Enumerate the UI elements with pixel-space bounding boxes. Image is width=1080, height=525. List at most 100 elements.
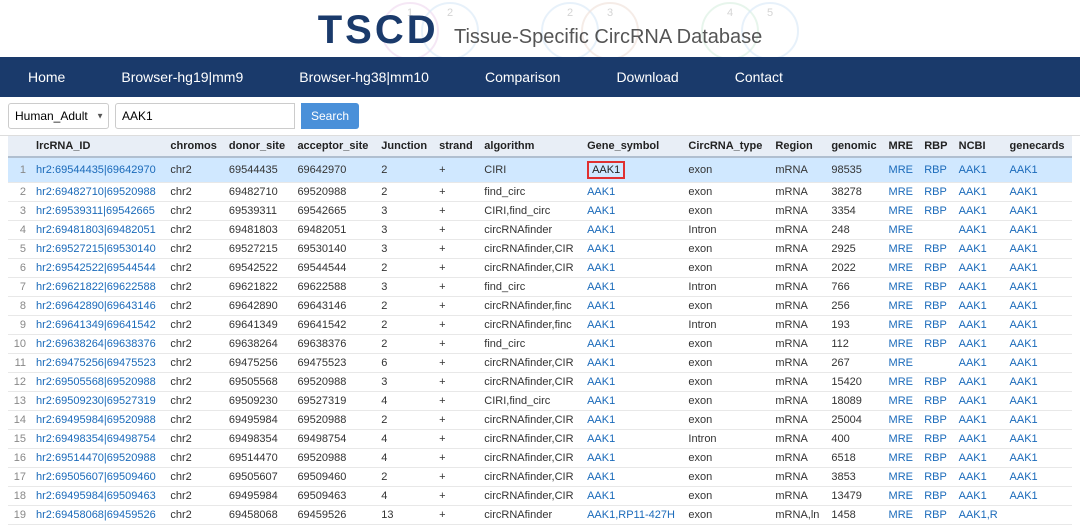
- gene-symbol-link[interactable]: AAK1: [587, 376, 615, 388]
- genecards-link[interactable]: AAK1: [1010, 281, 1038, 293]
- lrcrna-id-link[interactable]: hr2:69514470|69520988: [36, 452, 156, 464]
- mre-link[interactable]: MRE: [889, 376, 913, 388]
- rbp-link[interactable]: RBP: [924, 490, 947, 502]
- gene-symbol-link[interactable]: AAK1: [587, 490, 615, 502]
- organism-dropdown-wrapper[interactable]: Human_Adult Human_Fetal Mouse_Adult Mous…: [8, 103, 109, 129]
- genecards-link[interactable]: AAK1: [1010, 262, 1038, 274]
- rbp-link[interactable]: RBP: [924, 186, 947, 198]
- mre-link[interactable]: MRE: [889, 224, 913, 236]
- genecards-link[interactable]: AAK1: [1010, 414, 1038, 426]
- mre-link[interactable]: MRE: [889, 509, 913, 521]
- rbp-link[interactable]: RBP: [924, 338, 947, 350]
- ncbi-link[interactable]: AAK1: [959, 338, 987, 350]
- mre-link[interactable]: MRE: [889, 300, 913, 312]
- nav-comparison[interactable]: Comparison: [457, 57, 588, 97]
- rbp-link[interactable]: RBP: [924, 452, 947, 464]
- lrcrna-id-link[interactable]: hr2:69505568|69520988: [36, 376, 156, 388]
- rbp-link[interactable]: RBP: [924, 414, 947, 426]
- lrcrna-id-link[interactable]: hr2:69621822|69622588: [36, 281, 156, 293]
- rbp-link[interactable]: RBP: [924, 471, 947, 483]
- search-input[interactable]: [115, 103, 295, 129]
- genecards-link[interactable]: AAK1: [1010, 490, 1038, 502]
- nav-browser-hg38[interactable]: Browser-hg38|mm10: [271, 57, 457, 97]
- lrcrna-id-link[interactable]: hr2:69527215|69530140: [36, 243, 156, 255]
- ncbi-link[interactable]: AAK1: [959, 471, 987, 483]
- genecards-link[interactable]: AAK1: [1010, 338, 1038, 350]
- ncbi-link[interactable]: AAK1: [959, 433, 987, 445]
- mre-link[interactable]: MRE: [889, 452, 913, 464]
- gene-symbol-link[interactable]: AAK1: [587, 414, 615, 426]
- ncbi-link[interactable]: AAK1: [959, 300, 987, 312]
- genecards-link[interactable]: AAK1: [1010, 319, 1038, 331]
- gene-symbol-link[interactable]: AAK1: [587, 471, 615, 483]
- lrcrna-id-link[interactable]: hr2:69495984|69520988: [36, 414, 156, 426]
- ncbi-link[interactable]: AAK1: [959, 414, 987, 426]
- gene-symbol-link[interactable]: AAK1: [587, 243, 615, 255]
- mre-link[interactable]: MRE: [889, 490, 913, 502]
- gene-symbol-link[interactable]: AAK1,RP11-427H: [587, 509, 675, 521]
- rbp-link[interactable]: RBP: [924, 376, 947, 388]
- rbp-link[interactable]: RBP: [924, 262, 947, 274]
- gene-symbol-link[interactable]: AAK1: [587, 395, 615, 407]
- gene-symbol-link[interactable]: AAK1: [587, 452, 615, 464]
- mre-link[interactable]: MRE: [889, 319, 913, 331]
- rbp-link[interactable]: RBP: [924, 164, 947, 176]
- rbp-link[interactable]: RBP: [924, 395, 947, 407]
- genecards-link[interactable]: AAK1: [1010, 205, 1038, 217]
- gene-symbol-link[interactable]: AAK1: [587, 338, 615, 350]
- ncbi-link[interactable]: AAK1: [959, 262, 987, 274]
- mre-link[interactable]: MRE: [889, 164, 913, 176]
- genecards-link[interactable]: AAK1: [1010, 452, 1038, 464]
- ncbi-link[interactable]: AAK1: [959, 224, 987, 236]
- ncbi-link[interactable]: AAK1: [959, 186, 987, 198]
- ncbi-link[interactable]: AAK1: [959, 164, 987, 176]
- genecards-link[interactable]: AAK1: [1010, 186, 1038, 198]
- lrcrna-id-link[interactable]: hr2:69542522|69544544: [36, 262, 156, 274]
- genecards-link[interactable]: AAK1: [1010, 300, 1038, 312]
- gene-symbol-link[interactable]: AAK1: [587, 319, 615, 331]
- gene-symbol-link[interactable]: AAK1: [587, 224, 615, 236]
- lrcrna-id-link[interactable]: hr2:69505607|69509460: [36, 471, 156, 483]
- genecards-link[interactable]: AAK1: [1010, 357, 1038, 369]
- ncbi-link[interactable]: AAK1: [959, 319, 987, 331]
- lrcrna-id-link[interactable]: hr2:69539311|69542665: [36, 205, 155, 217]
- lrcrna-id-link[interactable]: hr2:69458068|69459526: [36, 509, 156, 521]
- mre-link[interactable]: MRE: [889, 338, 913, 350]
- genecards-link[interactable]: AAK1: [1010, 224, 1038, 236]
- ncbi-link[interactable]: AAK1: [959, 376, 987, 388]
- gene-symbol-link[interactable]: AAK1: [587, 262, 615, 274]
- rbp-link[interactable]: RBP: [924, 243, 947, 255]
- mre-link[interactable]: MRE: [889, 205, 913, 217]
- genecards-link[interactable]: AAK1: [1010, 395, 1038, 407]
- ncbi-link[interactable]: AAK1: [959, 490, 987, 502]
- nav-browser-hg19[interactable]: Browser-hg19|mm9: [93, 57, 271, 97]
- lrcrna-id-link[interactable]: hr2:69482710|69520988: [36, 186, 156, 198]
- mre-link[interactable]: MRE: [889, 281, 913, 293]
- genecards-link[interactable]: AAK1: [1010, 376, 1038, 388]
- rbp-link[interactable]: RBP: [924, 300, 947, 312]
- mre-link[interactable]: MRE: [889, 414, 913, 426]
- lrcrna-id-link[interactable]: hr2:69475256|69475523: [36, 357, 156, 369]
- rbp-link[interactable]: RBP: [924, 281, 947, 293]
- genecards-link[interactable]: AAK1: [1010, 164, 1038, 176]
- rbp-link[interactable]: RBP: [924, 205, 947, 217]
- lrcrna-id-link[interactable]: hr2:69638264|69638376: [36, 338, 156, 350]
- rbp-link[interactable]: RBP: [924, 433, 947, 445]
- lrcrna-id-link[interactable]: hr2:69509230|69527319: [36, 395, 156, 407]
- mre-link[interactable]: MRE: [889, 433, 913, 445]
- lrcrna-id-link[interactable]: hr2:69498354|69498754: [36, 433, 156, 445]
- nav-contact[interactable]: Contact: [707, 57, 811, 97]
- gene-symbol-link[interactable]: AAK1: [587, 186, 615, 198]
- nav-download[interactable]: Download: [588, 57, 706, 97]
- lrcrna-id-link[interactable]: hr2:69544435|69642970: [36, 164, 156, 176]
- mre-link[interactable]: MRE: [889, 243, 913, 255]
- mre-link[interactable]: MRE: [889, 357, 913, 369]
- gene-symbol-link[interactable]: AAK1: [587, 281, 615, 293]
- ncbi-link[interactable]: AAK1: [959, 395, 987, 407]
- rbp-link[interactable]: RBP: [924, 509, 947, 521]
- ncbi-link[interactable]: AAK1: [959, 452, 987, 464]
- lrcrna-id-link[interactable]: hr2:69495984|69509463: [36, 490, 156, 502]
- rbp-link[interactable]: RBP: [924, 319, 947, 331]
- genecards-link[interactable]: AAK1: [1010, 433, 1038, 445]
- ncbi-link[interactable]: AAK1,R: [959, 509, 998, 521]
